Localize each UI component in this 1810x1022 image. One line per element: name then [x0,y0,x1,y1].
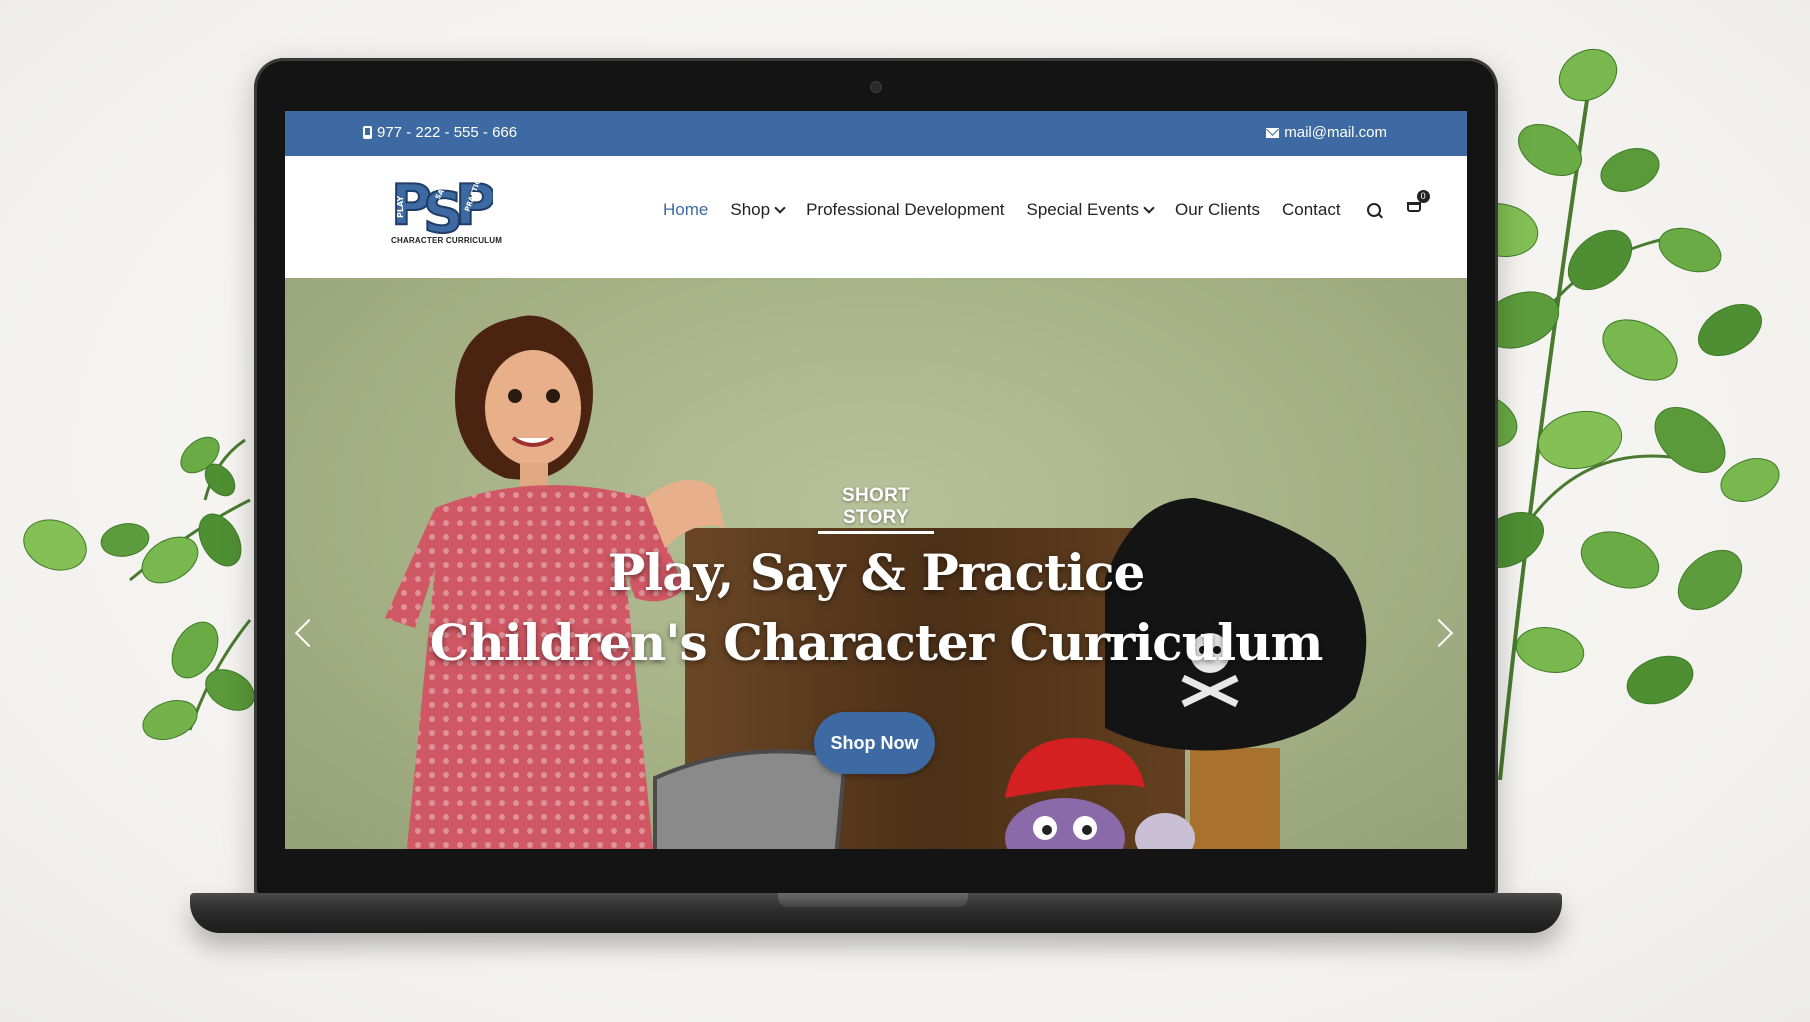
hero-headline-line2: Children's Character Curriculum [429,613,1324,672]
laptop-base-notch [778,893,968,907]
logo-caption: CHARACTER CURRICULUM [391,236,503,245]
logo-word-play: PLAY [396,196,405,218]
hero-slider: SHORT STORY Play, Say & Practice Childre… [285,278,1467,849]
email-address: mail@mail.com [1284,124,1387,141]
shop-now-button[interactable]: Shop Now [814,712,935,774]
plant-left-decoration [23,436,255,740]
cart-count-badge: 0 [1416,190,1430,203]
nav-item-home[interactable]: Home [663,200,708,220]
nav-item-shop[interactable]: Shop [730,200,786,220]
contact-topbar: 977 - 222 - 555 - 666 mail@mail.com [285,111,1467,156]
search-icon[interactable] [1366,203,1381,217]
mockup-stage: 977 - 222 - 555 - 666 mail@mail.com P S … [0,0,1810,1022]
nav-item-contact[interactable]: Contact [1282,200,1341,220]
envelope-icon [1266,127,1280,138]
chevron-down-icon [774,202,786,214]
phone-contact[interactable]: 977 - 222 - 555 - 666 [363,124,517,141]
chevron-down-icon [1143,202,1155,214]
nav-label-home: Home [663,200,709,219]
cart-icon [1406,202,1421,212]
nav-item-our-clients[interactable]: Our Clients [1175,200,1260,220]
phone-number: 977 - 222 - 555 - 666 [377,124,518,141]
nav-label-our-clients: Our Clients [1174,200,1260,219]
nav-label-professional-development: Professional Development [806,200,1005,219]
hero-eyebrow: SHORT STORY [818,485,934,534]
email-contact[interactable]: mail@mail.com [1266,124,1387,141]
main-navbar: P S P PLAY SAY PRACTICE CHARACTER CURRIC… [285,156,1467,278]
nav-label-contact: Contact [1282,200,1341,219]
hero-content: SHORT STORY Play, Say & Practice Childre… [285,278,1467,849]
nav-label-shop: Shop [730,200,771,219]
hero-headline-line1: Play, Say & Practice [607,543,1146,602]
website-screen: 977 - 222 - 555 - 666 mail@mail.com P S … [285,111,1467,849]
primary-nav: Home Shop Professional Development Speci… [663,190,1430,220]
nav-label-special-events: Special Events [1026,200,1139,219]
cart-button[interactable]: 0 [1406,190,1430,218]
phone-icon [363,126,372,139]
nav-item-professional-development[interactable]: Professional Development [806,200,1004,220]
laptop-camera [870,81,882,93]
nav-item-special-events[interactable]: Special Events [1026,200,1155,220]
